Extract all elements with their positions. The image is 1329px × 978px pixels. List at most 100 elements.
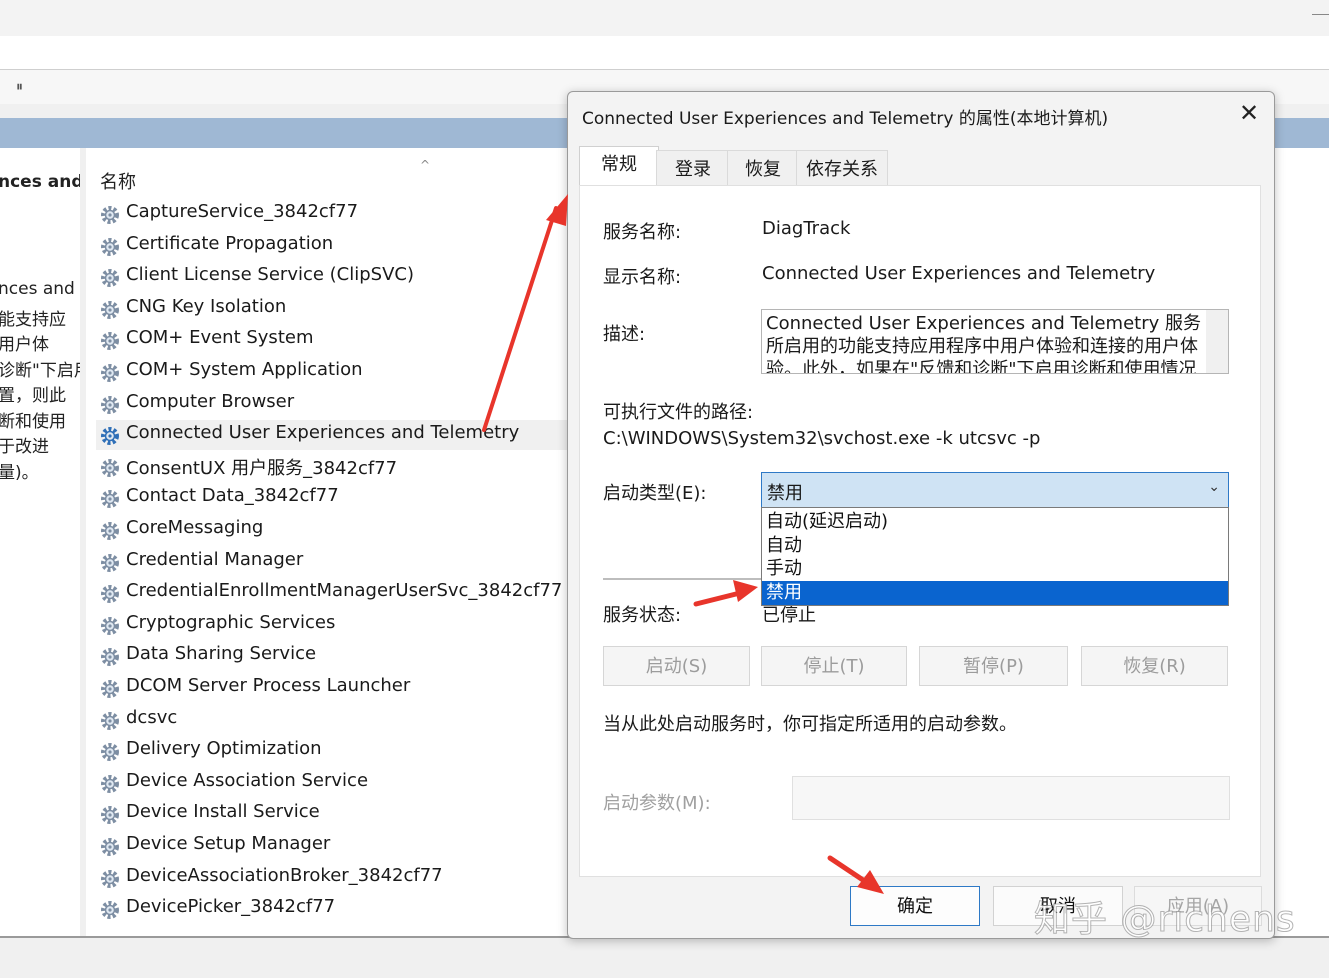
service-name: Cryptographic Services: [126, 612, 336, 633]
description-line: 用户体: [0, 335, 49, 355]
startup-option-auto-delayed[interactable]: 自动(延迟启动): [762, 510, 1228, 534]
service-name: DCOM Server Process Launcher: [126, 675, 411, 696]
display-name-label: 显示名称:: [603, 267, 682, 288]
stop-button[interactable]: 停止(T): [761, 646, 907, 686]
properties-dialog: Connected User Experiences and Telemetry…: [567, 91, 1275, 939]
service-name: CNG Key Isolation: [126, 296, 287, 317]
startup-params-input[interactable]: [792, 776, 1230, 820]
service-name: COM+ System Application: [126, 359, 363, 380]
service-row[interactable]: CoreMessaging: [96, 515, 568, 545]
service-row[interactable]: Computer Browser: [96, 389, 568, 419]
service-row[interactable]: Device Setup Manager: [96, 831, 568, 861]
service-row[interactable]: COM+ System Application: [96, 357, 568, 387]
description-box[interactable]: Connected User Experiences and Telemetry…: [761, 309, 1229, 374]
chevron-down-icon[interactable]: ⌄: [1208, 479, 1220, 495]
service-gear-icon: [101, 712, 119, 730]
startup-option-manual[interactable]: 手动: [762, 557, 1228, 581]
description-line: nces and: [0, 279, 75, 299]
column-header-name[interactable]: 名称: [100, 168, 136, 194]
service-row[interactable]: CaptureService_3842cf77: [96, 199, 568, 229]
service-name: COM+ Event System: [126, 327, 314, 348]
service-gear-icon: [101, 838, 119, 856]
display-name-value: Connected User Experiences and Telemetry: [762, 263, 1156, 284]
service-row[interactable]: Connected User Experiences and Telemetry: [96, 420, 568, 450]
resume-button[interactable]: 恢复(R): [1081, 646, 1228, 686]
startup-type-dropdown: 自动(延迟启动) 自动 手动 禁用: [761, 507, 1229, 606]
pause-button[interactable]: 暂停(P): [919, 646, 1068, 686]
service-gear-icon: [101, 396, 119, 414]
service-row[interactable]: CNG Key Isolation: [96, 294, 568, 324]
service-row[interactable]: CredentialEnrollmentManagerUserSvc_3842c…: [96, 578, 568, 608]
startup-option-auto[interactable]: 自动: [762, 534, 1228, 558]
service-gear-icon: [101, 459, 119, 477]
description-line: 置，则此: [0, 386, 66, 406]
service-gear-icon: [101, 490, 119, 508]
service-gear-icon: [101, 238, 119, 256]
service-name: Client License Service (ClipSVC): [126, 264, 415, 285]
startup-option-disabled[interactable]: 禁用: [762, 581, 1228, 605]
service-row[interactable]: Delivery Optimization: [96, 736, 568, 766]
service-status-label: 服务状态:: [603, 605, 682, 626]
service-name: Contact Data_3842cf77: [126, 485, 339, 506]
service-gear-icon: [101, 585, 119, 603]
minimize-line[interactable]: [1312, 14, 1329, 15]
separator: [603, 578, 761, 580]
service-row[interactable]: COM+ Event System: [96, 325, 568, 355]
right-strip: [1274, 148, 1329, 936]
service-name: Device Setup Manager: [126, 833, 331, 854]
description-label: 描述:: [603, 324, 646, 345]
service-name: Device Association Service: [126, 770, 369, 791]
service-gear-icon: [101, 332, 119, 350]
service-gear-icon: [101, 743, 119, 761]
description-text: Connected User Experiences and Telemetry…: [766, 313, 1201, 374]
service-name: Certificate Propagation: [126, 233, 334, 254]
tab-logon[interactable]: 登录: [656, 150, 730, 185]
executable-path-value: C:\WINDOWS\System32\svchost.exe -k utcsv…: [603, 428, 1041, 449]
service-row[interactable]: DCOM Server Process Launcher: [96, 673, 568, 703]
service-row[interactable]: dcsvc: [96, 705, 568, 735]
description-line: 断和使用: [0, 412, 66, 432]
service-gear-icon: [101, 301, 119, 319]
service-gear-icon: [101, 617, 119, 635]
service-row[interactable]: DevicePicker_3842cf77: [96, 894, 568, 924]
service-name-value: DiagTrack: [762, 218, 851, 239]
description-scrollbar[interactable]: [1206, 310, 1228, 373]
service-name: Connected User Experiences and Telemetry: [126, 422, 520, 443]
service-row[interactable]: Certificate Propagation: [96, 231, 568, 261]
pause-resume-icon[interactable]: ⏸: [16, 79, 36, 95]
service-description-panel: nces and nces and 能支持应 用户体 诊断"下启用 置，则此 断…: [0, 148, 80, 936]
sort-ascending-icon: ^: [420, 158, 431, 172]
description-line: 能支持应: [0, 310, 66, 330]
description-title: nces and: [0, 172, 80, 192]
startup-type-select[interactable]: 禁用 ⌄: [761, 472, 1229, 508]
ok-button[interactable]: 确定: [850, 886, 980, 926]
service-gear-icon: [101, 901, 119, 919]
description-line: 诊断"下启用: [0, 361, 80, 381]
executable-path-label: 可执行文件的路径:: [603, 402, 754, 423]
service-row[interactable]: Client License Service (ClipSVC): [96, 262, 568, 292]
start-button[interactable]: 启动(S): [603, 646, 750, 686]
service-name: dcsvc: [126, 707, 178, 728]
service-gear-icon: [101, 680, 119, 698]
close-icon[interactable]: ✕: [1234, 98, 1264, 128]
service-row[interactable]: Credential Manager: [96, 547, 568, 577]
service-name: DeviceAssociationBroker_3842cf77: [126, 865, 443, 886]
service-row[interactable]: Cryptographic Services: [96, 610, 568, 640]
service-gear-icon: [101, 806, 119, 824]
service-name: ConsentUX 用户服务_3842cf77: [126, 458, 398, 479]
service-gear-icon: [101, 648, 119, 666]
service-gear-icon: [101, 554, 119, 572]
tab-general[interactable]: 常规: [579, 146, 659, 187]
startup-type-value: 禁用: [767, 483, 803, 504]
startup-params-hint: 当从此处启动服务时，你可指定所适用的启动参数。: [603, 714, 1017, 735]
service-row[interactable]: ConsentUX 用户服务_3842cf77: [96, 452, 568, 482]
service-row[interactable]: Device Association Service: [96, 768, 568, 798]
service-row[interactable]: DeviceAssociationBroker_3842cf77: [96, 863, 568, 893]
tab-recovery[interactable]: 恢复: [727, 150, 799, 185]
tab-dependencies[interactable]: 依存关系: [796, 150, 888, 185]
service-name: Delivery Optimization: [126, 738, 322, 759]
service-row[interactable]: Device Install Service: [96, 799, 568, 829]
description-line: 于改进: [0, 437, 49, 457]
service-row[interactable]: Data Sharing Service: [96, 641, 568, 671]
service-row[interactable]: Contact Data_3842cf77: [96, 483, 568, 513]
